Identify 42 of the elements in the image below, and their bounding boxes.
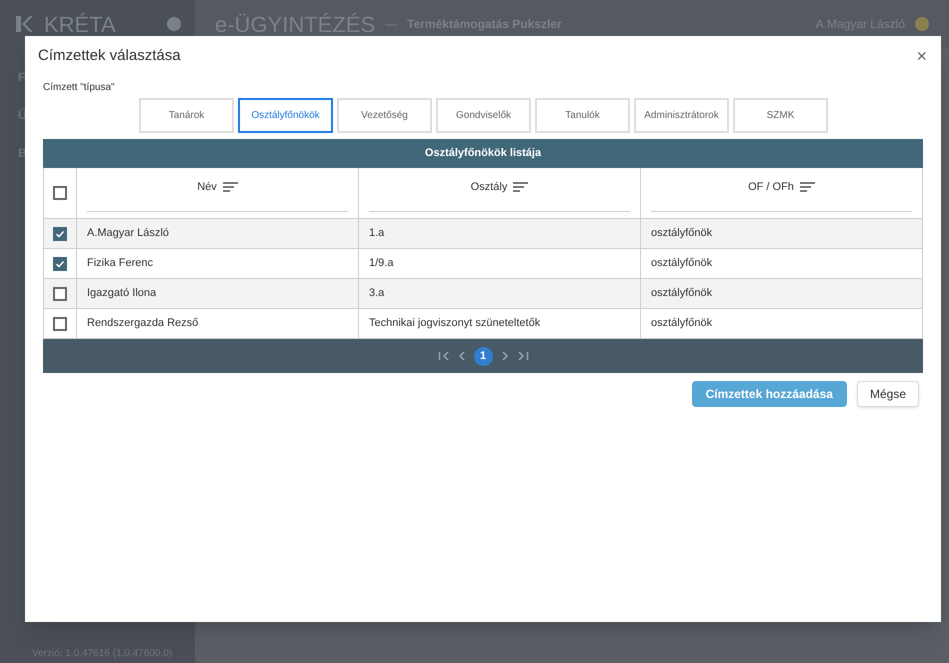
- table-cell-text: Fizika Ferenc: [87, 256, 154, 272]
- column-header: Név: [197, 180, 217, 195]
- table-cell-text: osztályfőnök: [651, 286, 712, 302]
- first-page-icon[interactable]: [438, 351, 450, 361]
- sort-icon[interactable]: [222, 182, 238, 193]
- checkbox[interactable]: [53, 226, 67, 240]
- column-header: Osztály: [470, 180, 508, 195]
- page-button[interactable]: 1: [474, 346, 492, 366]
- last-page-icon[interactable]: [516, 351, 528, 361]
- table-cell-text: osztályfőnök: [651, 256, 712, 272]
- type-tab[interactable]: Vezetőség: [337, 98, 432, 133]
- table-cell-text: Technikai jogviszonyt szüneteltetők: [369, 316, 540, 332]
- checkbox[interactable]: [53, 186, 67, 200]
- column-header: OF / OFh: [748, 180, 794, 195]
- table-cell-text: Igazgató Ilona: [87, 286, 156, 302]
- next-page-icon[interactable]: [500, 351, 508, 361]
- sort-icon[interactable]: [800, 182, 815, 193]
- checkbox[interactable]: [53, 256, 67, 270]
- type-tab[interactable]: Tanulók: [535, 98, 630, 133]
- close-button[interactable]: ×: [916, 47, 927, 65]
- table-cell-text: 1/9.a: [369, 256, 394, 272]
- previous-page-icon[interactable]: [458, 351, 466, 361]
- table-cell-text: osztályfőnök: [651, 226, 712, 242]
- table-cell-text: 3.a: [369, 286, 384, 302]
- type-tab[interactable]: SZMK: [733, 98, 828, 133]
- table-cell-text: 1.a: [369, 226, 384, 242]
- table-cell-text: osztályfőnök: [651, 316, 712, 332]
- type-tab[interactable]: Osztályfőnökök: [238, 98, 333, 133]
- checkbox[interactable]: [53, 286, 67, 300]
- checkbox[interactable]: [53, 316, 67, 330]
- dialog-title: Címzettek választása: [38, 46, 181, 66]
- table-cell-text: A.Magyar László: [87, 226, 169, 242]
- separator-text: —: [385, 16, 398, 33]
- logo-icon: [14, 14, 34, 34]
- type-tab[interactable]: Adminisztrátorok: [634, 98, 729, 133]
- type-label: Címzett "típusa": [43, 81, 116, 95]
- cancel-button[interactable]: Mégse: [856, 381, 919, 407]
- table-cell-text: Rendszergazda Rezső: [87, 316, 198, 332]
- type-tab[interactable]: Tanárok: [139, 98, 234, 133]
- sort-icon[interactable]: [513, 182, 528, 193]
- table-title: Osztályfőnökök listája: [424, 146, 542, 162]
- type-tab[interactable]: Gondviselők: [436, 98, 531, 133]
